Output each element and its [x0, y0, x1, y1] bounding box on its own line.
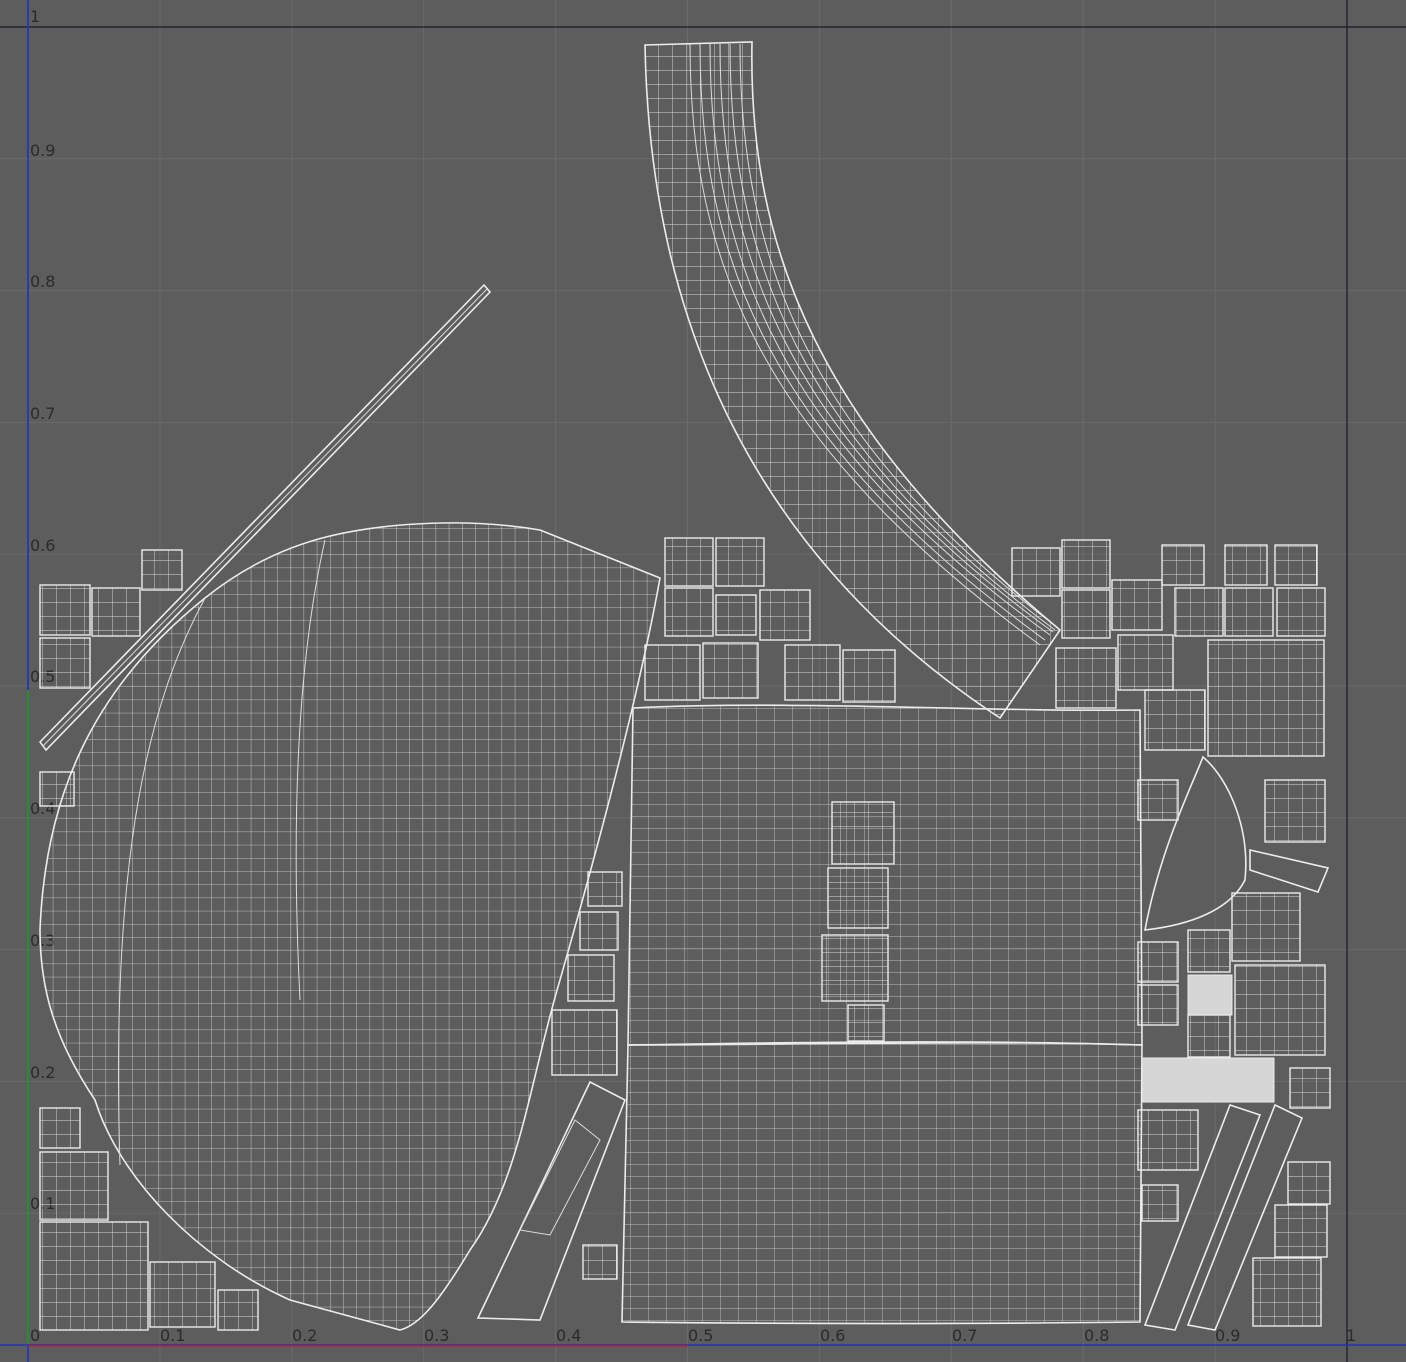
- uv-block-island[interactable]: [39, 584, 91, 636]
- uv-block-island[interactable]: [1287, 1161, 1331, 1205]
- v-tick-label: 0.2: [30, 1063, 55, 1082]
- v-tick-label: 0.8: [30, 272, 55, 291]
- u-tick-label: 0.2: [292, 1326, 317, 1345]
- uv-block-island[interactable]: [91, 587, 141, 637]
- uv-block-island[interactable]: [702, 642, 759, 699]
- uv-block-island[interactable]: [1061, 539, 1111, 589]
- uv-block-island[interactable]: [831, 801, 895, 865]
- uv-block-island[interactable]: [39, 1107, 81, 1149]
- uv-block-island[interactable]: [551, 1009, 618, 1076]
- u-tick-label: 0.5: [688, 1326, 713, 1345]
- uv-block-island[interactable]: [1187, 929, 1231, 973]
- uv-block-island[interactable]: [644, 644, 701, 701]
- uv-block-island[interactable]: [1224, 544, 1268, 586]
- uv-block-island[interactable]: [1264, 779, 1326, 843]
- uv-block-island[interactable]: [1274, 1204, 1328, 1258]
- uv-block-island[interactable]: [1187, 1014, 1231, 1058]
- uv-block-island[interactable]: [1011, 547, 1061, 597]
- uv-block-island[interactable]: [842, 649, 896, 703]
- uv-block-island[interactable]: [39, 1151, 109, 1221]
- uv-block-island[interactable]: [1111, 579, 1163, 631]
- uv-block-island[interactable]: [1061, 589, 1111, 639]
- u-tick-label: 0.3: [424, 1326, 449, 1345]
- u-tick-label: 0: [30, 1326, 40, 1345]
- uv-block-island[interactable]: [1252, 1257, 1322, 1327]
- uv-block-island[interactable]: [664, 587, 714, 637]
- uv-block-island[interactable]: [827, 867, 889, 929]
- uv-block-island[interactable]: [1174, 587, 1224, 637]
- uv-block-island[interactable]: [39, 771, 75, 807]
- u-tick-label: 0.9: [1215, 1326, 1240, 1345]
- uv-block-island[interactable]: [579, 911, 619, 951]
- uv-block-island[interactable]: [1144, 689, 1206, 751]
- uv-block-island[interactable]: [715, 537, 765, 587]
- uv-block-island[interactable]: [39, 1221, 149, 1331]
- uv-block-island[interactable]: [1231, 892, 1301, 962]
- uv-block-island[interactable]: [1137, 984, 1179, 1026]
- uv-block-island[interactable]: [587, 871, 623, 907]
- uv-block-island[interactable]: [1289, 1067, 1331, 1109]
- v-tick-label: 0.9: [30, 141, 55, 160]
- uv-block-island[interactable]: [1234, 964, 1326, 1056]
- uv-block-island[interactable]: [847, 1004, 885, 1042]
- u-tick-label: 0.8: [1084, 1326, 1109, 1345]
- uv-block-island[interactable]: [1161, 544, 1205, 586]
- u-tick-label: 0.7: [952, 1326, 977, 1345]
- u-tick-label: 0.6: [820, 1326, 845, 1345]
- uv-block-island[interactable]: [217, 1289, 259, 1331]
- uv-block-island[interactable]: [664, 537, 714, 587]
- u-tick-label: 0.1: [160, 1326, 185, 1345]
- uv-block-island[interactable]: [1274, 544, 1318, 586]
- uv-block-island[interactable]: [1055, 647, 1117, 709]
- uv-block-island[interactable]: [1137, 779, 1179, 821]
- uv-block-island[interactable]: [1224, 587, 1274, 637]
- u-tick-label: 0.4: [556, 1326, 581, 1345]
- uv-block-island[interactable]: [759, 589, 811, 641]
- uv-editor-viewport[interactable]: 1 0.9 0.8 0.7 0.6 0.5 0.4 0.3 0.2 0.1 0 …: [0, 0, 1406, 1362]
- v-tick-label: 1: [30, 7, 40, 26]
- uv-block-island[interactable]: [582, 1244, 618, 1280]
- uv-block-island[interactable]: [141, 549, 183, 591]
- v-tick-label: 0.7: [30, 404, 55, 423]
- uv-block-island[interactable]: [39, 637, 91, 689]
- uv-island-bottom-panel[interactable]: [615, 1040, 1150, 1330]
- uv-block-island[interactable]: [821, 934, 889, 1002]
- u-tick-label: 1: [1346, 1326, 1356, 1345]
- uv-block-island[interactable]: [1207, 639, 1325, 757]
- uv-block-island[interactable]: [149, 1261, 216, 1328]
- uv-block-island[interactable]: [1137, 941, 1179, 983]
- uv-block-island[interactable]: [784, 644, 841, 701]
- uv-block-island[interactable]: [567, 954, 615, 1002]
- uv-block-island[interactable]: [715, 594, 757, 636]
- uv-block-island[interactable]: [1117, 634, 1174, 691]
- uv-block-island[interactable]: [1141, 1184, 1179, 1222]
- uv-block-island[interactable]: [1137, 1109, 1199, 1171]
- v-tick-label: 0.6: [30, 536, 55, 555]
- uv-block-island[interactable]: [1276, 587, 1326, 637]
